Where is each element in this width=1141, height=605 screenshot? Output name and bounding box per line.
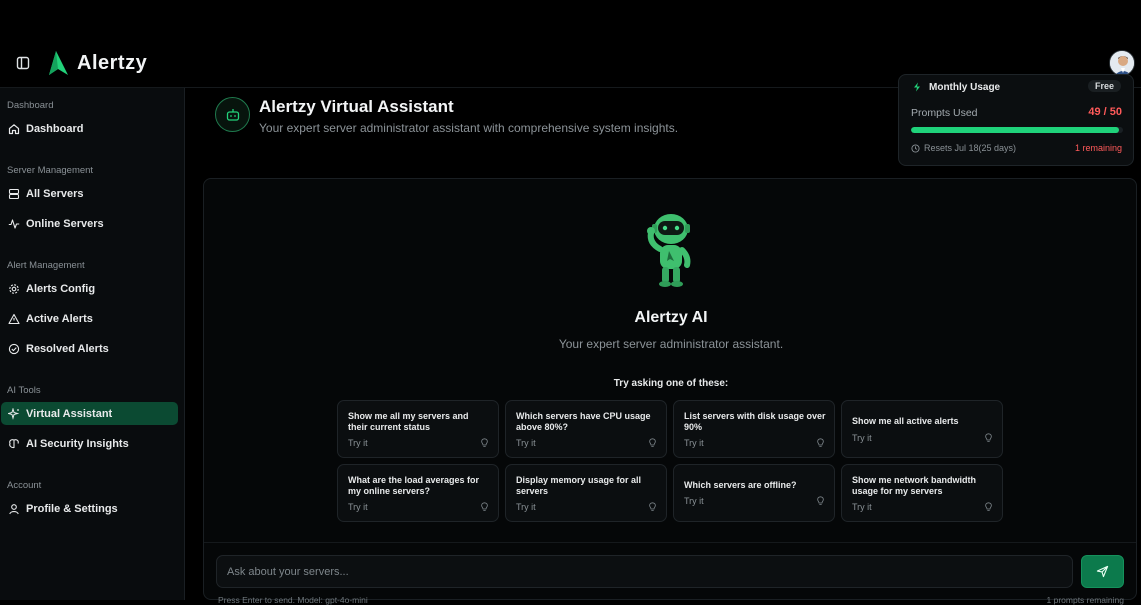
- suggestion-card[interactable]: Show me all active alerts Try it: [841, 400, 1003, 458]
- sidebar-item-resolved-alerts[interactable]: Resolved Alerts: [1, 337, 178, 360]
- monthly-usage-card: Monthly Usage Free Prompts Used 49 / 50 …: [898, 74, 1134, 166]
- suggestion-try-it[interactable]: Try it: [516, 502, 536, 512]
- activity-icon: [8, 218, 20, 229]
- nav-section-ai-tools: AI Tools: [7, 385, 41, 396]
- suggestion-question: Show me all active alerts: [852, 416, 959, 426]
- input-hint: Press Enter to send. Model: gpt-4o-mini: [218, 595, 368, 605]
- sidebar-item-all-servers[interactable]: All Servers: [1, 182, 178, 205]
- suggestion-try-it[interactable]: Try it: [684, 496, 704, 506]
- suggestion-card[interactable]: Display memory usage for all servers Try…: [505, 464, 667, 522]
- lightbulb-icon: [649, 438, 656, 447]
- gear-icon: [9, 283, 19, 294]
- check-circle-icon: [8, 343, 20, 354]
- sidebar-item-dashboard[interactable]: Dashboard: [1, 117, 178, 140]
- ai-subtitle: Your expert server administrator assista…: [558, 337, 784, 351]
- sidebar-item-label: Active Alerts: [26, 312, 93, 325]
- usage-count: 49 / 50: [1088, 106, 1122, 118]
- suggestion-question: Show me network bandwidth usage for my s…: [852, 475, 977, 496]
- alertzy-logo-icon[interactable]: [44, 50, 70, 76]
- send-button[interactable]: [1081, 555, 1124, 588]
- sidebar-toggle-icon[interactable]: [16, 56, 30, 70]
- suggestions-heading: Try asking one of these:: [613, 378, 729, 389]
- sidebar-item-alerts-config[interactable]: Alerts Config: [1, 277, 178, 300]
- sidebar-item-label: AI Security Insights: [26, 437, 129, 450]
- server-icon: [8, 188, 20, 199]
- suggestion-try-it[interactable]: Try it: [516, 438, 536, 448]
- suggestion-try-it[interactable]: Try it: [684, 438, 704, 448]
- suggestion-try-it[interactable]: Try it: [852, 502, 872, 512]
- sidebar-item-profile-settings[interactable]: Profile & Settings: [1, 497, 178, 520]
- suggestion-question: Which servers are offline?: [684, 480, 797, 490]
- remaining-count: 1 remaining: [1074, 143, 1122, 153]
- lightbulb-icon: [481, 438, 488, 447]
- nav-section-account: Account: [7, 480, 42, 491]
- bolt-icon: [914, 82, 920, 92]
- send-icon: [1096, 565, 1109, 578]
- suggestion-card[interactable]: Which servers have CPU usage above 80%? …: [505, 400, 667, 458]
- robot-icon: [215, 97, 250, 132]
- suggestion-card[interactable]: Show me all my servers and their current…: [337, 400, 499, 458]
- user-icon: [9, 503, 19, 514]
- brain-icon: [9, 438, 19, 448]
- sidebar-item-label: Online Servers: [26, 217, 104, 230]
- usage-label: Prompts Used: [911, 107, 978, 119]
- suggestion-card[interactable]: Which servers are offline? Try it: [673, 464, 835, 522]
- sidebar-item-online-servers[interactable]: Online Servers: [1, 212, 178, 235]
- reset-text: Resets Jul 18(25 days): [924, 143, 1017, 153]
- suggestion-question: Display memory usage for all servers: [516, 475, 642, 496]
- usage-title: Monthly Usage: [929, 82, 1001, 93]
- ai-title: Alertzy AI: [634, 309, 708, 326]
- sidebar-item-label: Dashboard: [26, 122, 84, 135]
- sidebar-item-ai-security-insights[interactable]: AI Security Insights: [1, 432, 178, 455]
- page-subtitle: Your expert server administrator assista…: [259, 121, 679, 135]
- clock-icon: [911, 143, 920, 153]
- sparkles-icon: [8, 407, 20, 420]
- suggestion-card[interactable]: List servers with disk usage over 90% Tr…: [673, 400, 835, 458]
- user-avatar[interactable]: [1109, 50, 1135, 76]
- sidebar-item-label: Virtual Assistant: [26, 407, 113, 420]
- sidebar-item-label: Profile & Settings: [26, 502, 118, 515]
- chat-input[interactable]: [216, 555, 1073, 588]
- nav-section-server-management: Server Management: [7, 165, 94, 176]
- robot-mascot-icon: [647, 214, 691, 287]
- brand-name[interactable]: Alertzy: [77, 52, 147, 75]
- suggestion-question: Show me all my servers and their current…: [348, 411, 469, 432]
- suggestion-question: List servers with disk usage over 90%: [684, 411, 826, 432]
- lightbulb-icon: [817, 438, 824, 447]
- lightbulb-icon: [985, 433, 992, 442]
- suggestion-try-it[interactable]: Try it: [852, 433, 872, 443]
- usage-progress-fill: [911, 127, 1119, 133]
- sidebar-item-active-alerts[interactable]: Active Alerts: [1, 307, 178, 330]
- warning-triangle-icon: [8, 313, 20, 324]
- chat-panel: Alertzy AI Your expert server administra…: [203, 178, 1137, 605]
- nav-section-alert-management: Alert Management: [7, 260, 85, 271]
- sidebar-item-label: Resolved Alerts: [26, 342, 109, 355]
- composer-divider: [204, 542, 1136, 543]
- lightbulb-icon: [649, 502, 656, 511]
- lightbulb-icon: [817, 496, 824, 505]
- suggestion-card[interactable]: Show me network bandwidth usage for my s…: [841, 464, 1003, 522]
- suggestion-try-it[interactable]: Try it: [348, 502, 368, 512]
- plan-badge: Free: [1087, 80, 1121, 92]
- suggestion-question: What are the load averages for my online…: [348, 475, 480, 496]
- home-icon: [8, 123, 20, 134]
- sidebar: Dashboard Dashboard Server Management Al…: [0, 88, 185, 600]
- sidebar-item-label: Alerts Config: [26, 282, 96, 295]
- sidebar-item-virtual-assistant[interactable]: Virtual Assistant: [1, 402, 178, 425]
- nav-section-dashboard: Dashboard: [7, 100, 54, 111]
- suggestion-card[interactable]: What are the load averages for my online…: [337, 464, 499, 522]
- suggestion-try-it[interactable]: Try it: [348, 438, 368, 448]
- prompts-remaining-hint: 1 prompts remaining: [1046, 595, 1124, 605]
- suggestion-question: Which servers have CPU usage above 80%?: [516, 411, 651, 432]
- page-title: Alertzy Virtual Assistant: [259, 97, 454, 116]
- lightbulb-icon: [985, 502, 992, 511]
- sidebar-item-label: All Servers: [26, 187, 84, 200]
- usage-progress-bar: [911, 127, 1123, 133]
- lightbulb-icon: [481, 502, 488, 511]
- reset-info: Resets Jul 18(25 days): [911, 143, 1016, 153]
